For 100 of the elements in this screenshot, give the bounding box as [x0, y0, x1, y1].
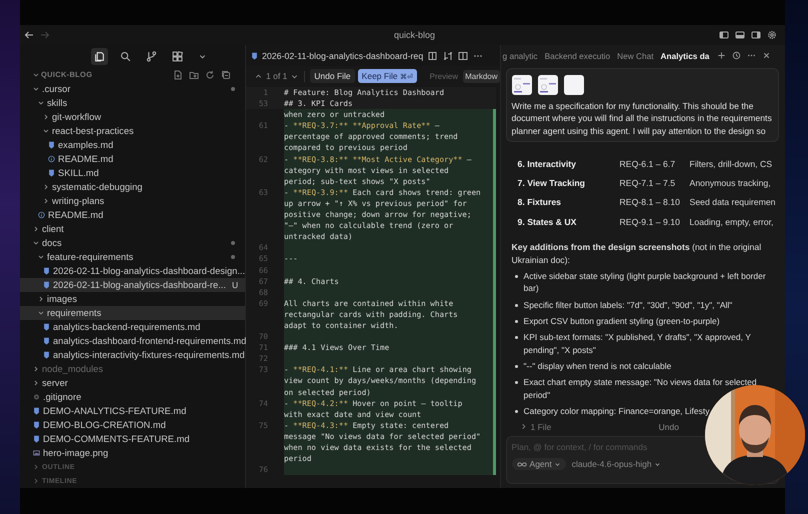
tree-item[interactable]: 2026-02-11-blog-analytics-dashboard-re... U [20, 278, 245, 292]
bullet-text: KPI sub-text formats: "X published, Y drafts", "X approved, Y pending", "X posts" [524, 331, 752, 356]
tree-item[interactable]: analytics-dashboard-frontend-requirements.md [20, 334, 245, 348]
table-cell-text: 8. Fixtures [518, 197, 562, 208]
table-cell-text: REQ-7.1 – 7.5 [620, 178, 676, 188]
bullet-text: Active sidebar state styling (light purple background + left border bar) [524, 270, 767, 295]
tree-item[interactable]: skills [20, 96, 245, 110]
image-file-icon [33, 449, 40, 457]
table-cell: Seed data requiremen [690, 197, 776, 208]
model-dropdown[interactable]: claude-4.6-opus-high [572, 458, 661, 470]
chat-tab[interactable]: g analytic [500, 50, 540, 60]
bullet-icon [514, 410, 518, 413]
chevron-icon [38, 254, 44, 260]
table-cell-text: 6. Interactivity [518, 158, 577, 169]
infinity-icon [516, 460, 527, 468]
new-file-icon[interactable] [173, 70, 183, 80]
sidebar-right-icon[interactable] [751, 30, 761, 40]
modified-dot [231, 255, 235, 259]
tree-item[interactable]: docs [20, 236, 245, 250]
chevron-icon [33, 86, 39, 92]
chevron-icon [43, 198, 49, 204]
bullet-icon [514, 336, 518, 340]
chevron-icon[interactable] [33, 478, 39, 484]
tree-item[interactable]: .cursor [20, 82, 245, 96]
tree-item[interactable]: README.md [20, 152, 245, 166]
tree-item[interactable]: DEMO-COMMENTS-FEATURE.md [20, 432, 245, 446]
tree-item[interactable]: react-best-practices [20, 124, 245, 138]
plus-icon[interactable] [717, 51, 726, 60]
tree-item[interactable]: images [20, 292, 245, 306]
info-icon [38, 211, 45, 219]
summary-paragraph: Key additions from the design screenshots (not in the original Ukrainian doc): [512, 241, 762, 266]
table-cell-text: REQ-8.1 – 8.10 [620, 197, 681, 208]
undo-file-button[interactable]: Undo File [310, 69, 355, 83]
tree-item[interactable]: DEMO-ANALYTICS-FEATURE.md [20, 404, 245, 418]
new-folder-icon[interactable] [189, 70, 199, 80]
agent-mode-dropdown[interactable]: Agent [512, 458, 566, 470]
tree-item[interactable]: feature-requirements [20, 250, 245, 264]
chevron-icon[interactable] [33, 72, 39, 78]
table-cell-text: 9. States & UX [518, 216, 578, 227]
files-icon[interactable] [90, 48, 108, 64]
bullet-text: Category color mapping: Finance=orange, Lifesty [524, 404, 710, 418]
back-arrow-icon[interactable] [24, 30, 34, 40]
table-cell: Filters, drill-down, CS [690, 158, 772, 169]
changed-files-toggle[interactable]: 1 File [530, 422, 552, 432]
bullet-text: Specific filter button labels: "7d", "30d", "90d", "1y", "All" [524, 298, 732, 312]
modified-dot [231, 241, 235, 245]
change-counter: 1 of 1 [266, 71, 288, 81]
tree-item[interactable]: DEMO-BLOG-CREATION.md [20, 418, 245, 432]
settings-icon[interactable] [767, 30, 777, 40]
bullet-icon [514, 275, 518, 278]
chevron-icon [33, 380, 39, 386]
bullet-text: "--" display when trend is not calculable [524, 360, 672, 372]
chevron-down-icon [654, 460, 661, 468]
tree-item[interactable]: SKILL.md [20, 166, 245, 180]
chevron-icon [43, 128, 49, 134]
refresh-icon[interactable] [205, 70, 215, 80]
undo-button[interactable]: Undo [652, 420, 685, 432]
bullet-icon [514, 364, 518, 368]
tree-item[interactable]: analytics-interactivity-fixtures-requirements.md [20, 348, 245, 362]
tree-item[interactable]: hero-image.png [20, 446, 245, 460]
tree-item[interactable]: analytics-backend-requirements.md [20, 320, 245, 334]
bullet-icon [514, 320, 518, 324]
bullet-icon [514, 304, 518, 307]
table-cell-text: REQ-6.1 – 6.7 [620, 158, 676, 169]
status-letter: U [232, 280, 238, 290]
chevron-icon [38, 296, 44, 302]
tree-item[interactable]: git-workflow [20, 110, 245, 124]
chevron-icon [38, 310, 44, 316]
split-page-icon[interactable] [428, 50, 438, 60]
markdown-file-icon [48, 141, 55, 149]
panel-bottom-icon[interactable] [735, 30, 745, 40]
view-tab[interactable]: Markdow [463, 70, 500, 82]
modified-dot [231, 87, 235, 91]
table-cell-text: REQ-9.1 – 9.10 [620, 216, 681, 227]
gear-icon [33, 393, 40, 401]
tree-item[interactable]: README.md [20, 208, 245, 222]
tree-item[interactable]: 2026-02-11-blog-analytics-dashboard-design... [20, 264, 245, 278]
compare-icon[interactable] [443, 50, 454, 60]
tree-item[interactable]: writing-plans [20, 194, 245, 208]
history-icon[interactable] [732, 51, 742, 60]
table-cell-text: 7. View Tracking [518, 178, 586, 188]
chevron-icon [43, 114, 49, 120]
bullet-text: Exact chart empty state message: "No views data for selected period" [524, 376, 758, 401]
collapse-all-icon[interactable] [221, 70, 231, 80]
tree-item[interactable]: .gitignore [20, 390, 245, 404]
tree-item[interactable]: server [20, 376, 245, 390]
table-cell: Anonymous tracking, [690, 178, 771, 188]
chat-tab[interactable]: New Chat [615, 50, 656, 60]
close-icon[interactable] [762, 51, 772, 60]
sidebar-left-icon[interactable] [719, 30, 729, 40]
tree-item[interactable]: systematic-debugging [20, 180, 245, 194]
tree-item[interactable]: requirements [20, 306, 245, 320]
chat-tab[interactable]: Backend executio [542, 50, 612, 60]
chat-tab[interactable]: Analytics da [658, 50, 712, 60]
chevron-icon[interactable] [33, 464, 39, 470]
tree-item[interactable]: client [20, 222, 245, 236]
split-editor-icon[interactable] [458, 50, 468, 60]
chevron-icon [33, 240, 39, 246]
tree-item[interactable]: examples.md [20, 138, 245, 152]
chevron-icon [38, 100, 44, 106]
